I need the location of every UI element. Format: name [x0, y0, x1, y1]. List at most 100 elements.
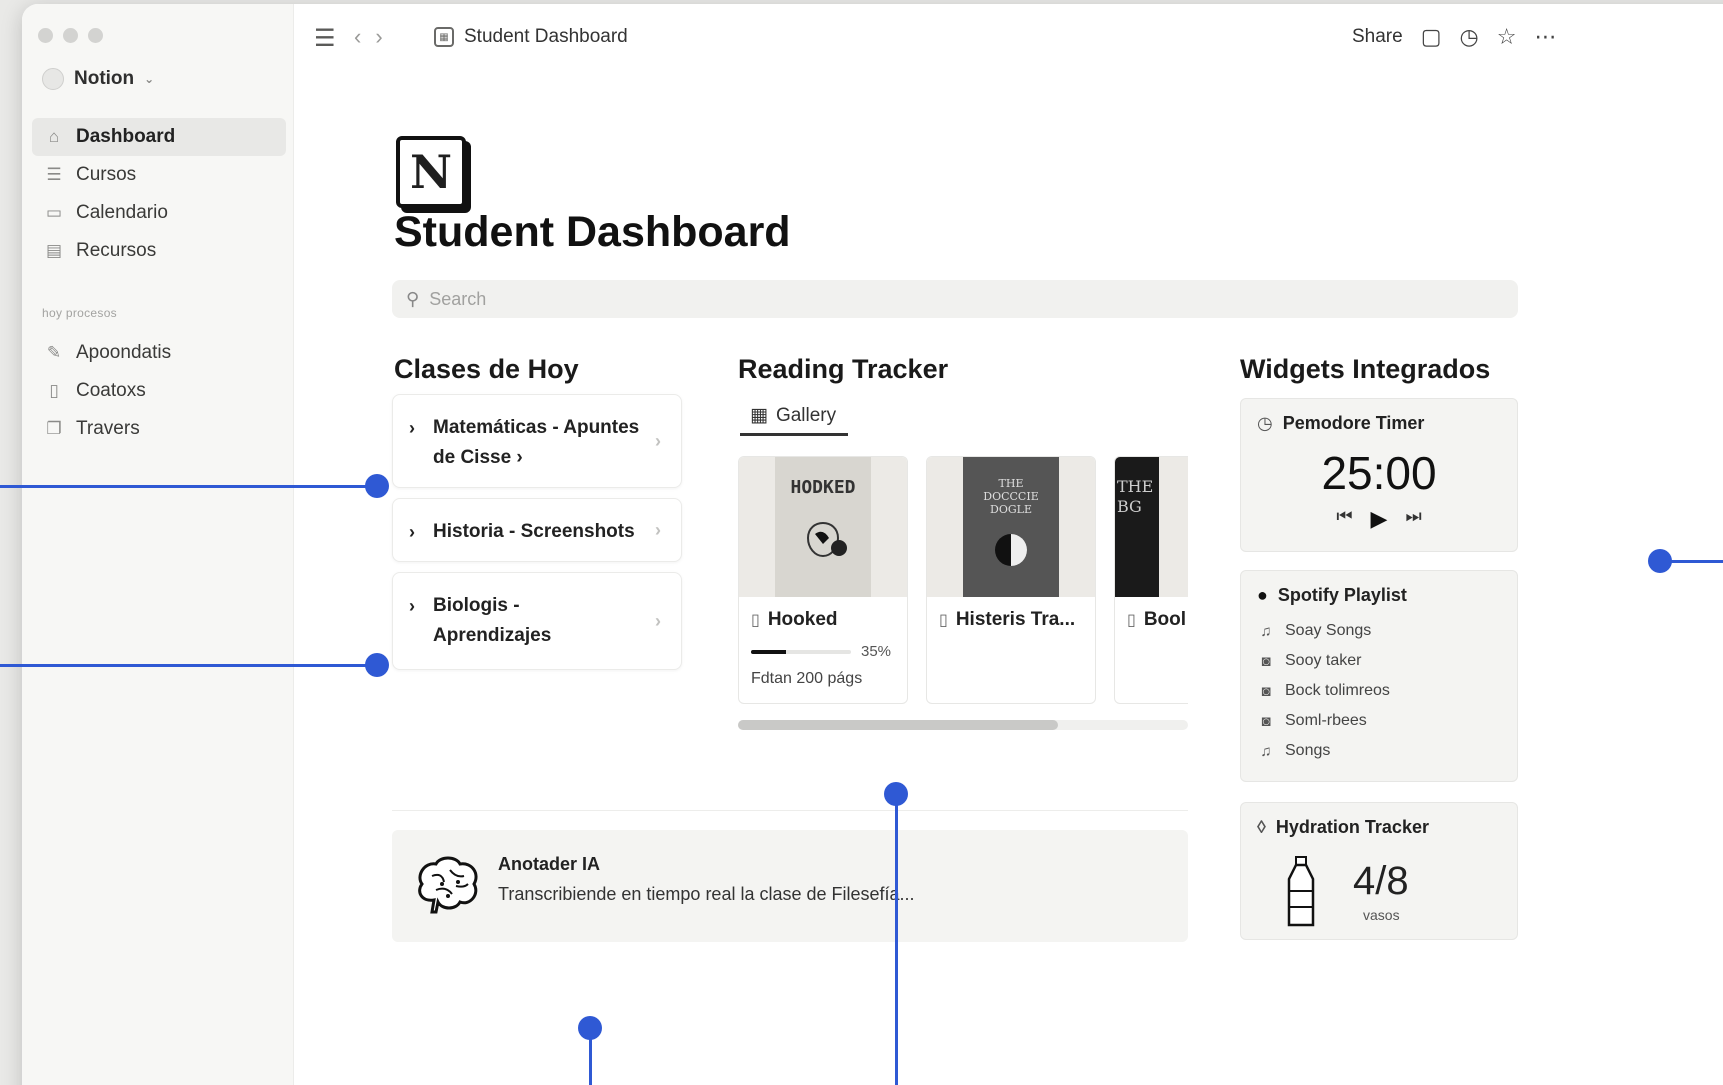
sidebar-item-calendario[interactable]: ▭ Calendario: [32, 194, 286, 232]
toggle-arrow-icon[interactable]: ›: [409, 517, 415, 547]
workspace-switcher[interactable]: Notion ⌄: [42, 68, 154, 90]
progress-label: 35%: [861, 643, 892, 660]
sidebar-item-dashboard[interactable]: ⌂ Dashboard: [32, 118, 286, 156]
hydration-count: 4/8: [1353, 859, 1409, 903]
star-icon[interactable]: ☆: [1497, 24, 1517, 50]
annotation-line: [0, 485, 376, 488]
cover-art: [806, 522, 847, 558]
chevron-down-icon: ⌄: [144, 72, 155, 86]
workspace-logo-icon: [42, 68, 64, 90]
share-button[interactable]: Share: [1352, 26, 1403, 48]
sidebar-item-coatoxs[interactable]: ▯ Coatoxs: [32, 372, 286, 410]
page-icon: ▯: [1127, 612, 1136, 629]
book-card[interactable]: HODKED ▯ Hooked 35% Fdtan 200 págs: [738, 456, 908, 704]
cover-title: THE BG: [1117, 477, 1154, 516]
book-name: ▯ Hooked: [751, 609, 838, 630]
list-item[interactable]: ◙ Soml-rbees: [1257, 706, 1517, 736]
book-card[interactable]: THE DOCCCIE DOGLE ▯ Histeris Tra...: [926, 456, 1096, 704]
list-item[interactable]: ◙ Sooy taker: [1257, 646, 1517, 676]
breadcrumb-title: Student Dashboard: [464, 26, 628, 47]
forward-arrow-icon[interactable]: ›: [375, 24, 382, 50]
next-icon[interactable]: ⏭: [1405, 506, 1421, 532]
list-item[interactable]: ♫ Soay Songs: [1257, 616, 1517, 646]
pages-left: Fdtan 200 págs: [751, 670, 863, 687]
widget-title: Spotify Playlist: [1277, 585, 1407, 605]
sidebar-item-label: Recursos: [76, 240, 157, 261]
sidebar-item-travers[interactable]: ❐ Travers: [32, 410, 286, 448]
list-item[interactable]: ♫ Songs: [1257, 736, 1517, 766]
stack-icon: ☰: [46, 165, 62, 184]
menu-icon[interactable]: ☰: [314, 24, 336, 53]
traffic-lights: [38, 28, 103, 43]
widget-title: Hydration Tracker: [1275, 817, 1429, 837]
scrollbar-thumb[interactable]: [738, 720, 1058, 730]
annotation-line: [0, 664, 376, 667]
class-label: Matemáticas - Apuntes de Cisse ›: [433, 417, 640, 468]
sidebar-item-label: Travers: [76, 418, 140, 439]
sidebar-item-apoondatis[interactable]: ✎ Apoondatis: [32, 334, 286, 372]
sidebar-item-label: Dashboard: [76, 126, 176, 147]
spotify-widget: ● Spotify Playlist ♫ Soay Songs ◙ Sooy tak…: [1240, 570, 1518, 782]
reading-progress: 35%: [739, 631, 907, 660]
home-icon: ⌂: [48, 127, 60, 146]
reading-title: Reading Tracker: [738, 354, 949, 384]
toggle-arrow-icon[interactable]: ›: [409, 413, 415, 443]
playlist: ♫ Soay Songs ◙ Sooy taker ◙ Bock tolimreos …: [1241, 606, 1517, 766]
comment-icon[interactable]: ▢: [1421, 24, 1442, 50]
brain-icon: [418, 856, 478, 914]
water-drop-icon: ◊: [1257, 817, 1266, 837]
ai-note-card[interactable]: Anotader IA Transcribiende en tiempo rea…: [392, 830, 1188, 942]
book-name: ▯ Bool: [1127, 609, 1187, 630]
annotation-dot: [884, 782, 908, 806]
annotation-dot: [578, 1016, 602, 1040]
sidebar-nav-secondary: ✎ Apoondatis ▯ Coatoxs ❐ Travers: [32, 334, 286, 448]
annotation-line: [895, 795, 898, 1085]
chevron-right-icon: ›: [655, 520, 661, 540]
history-nav: ‹ ›: [354, 24, 383, 50]
toggle-arrow-icon[interactable]: ›: [409, 591, 415, 621]
minimize-window-button[interactable]: [63, 28, 78, 43]
classes-title: Clases de Hoy: [394, 354, 579, 384]
playlist-icon: ◙: [1261, 682, 1271, 700]
tab-label: Gallery: [775, 404, 837, 426]
zoom-window-button[interactable]: [88, 28, 103, 43]
sidebar-item-cursos[interactable]: ☰ Cursos: [32, 156, 286, 194]
search-placeholder: Search: [429, 288, 487, 309]
book-card[interactable]: THE BG ▯ Bool: [1114, 456, 1188, 704]
clock-icon[interactable]: ◷: [1460, 24, 1479, 50]
search-input[interactable]: ⚲ Search: [392, 280, 1518, 318]
playlist-icon: ◙: [1261, 652, 1271, 670]
breadcrumb[interactable]: ▦ Student Dashboard: [434, 26, 628, 48]
hydration-widget: ◊ Hydration Tracker 4/8 vasos: [1240, 802, 1518, 940]
close-window-button[interactable]: [38, 28, 53, 43]
page-icon: ▦: [434, 27, 454, 47]
play-icon[interactable]: ▶: [1371, 506, 1388, 532]
ai-title: Anotader IA: [498, 854, 601, 874]
page-content: N Student Dashboard ⚲ Search Clases de H…: [294, 72, 1723, 1085]
hydration-unit: vasos: [1363, 907, 1400, 923]
gallery-scrollbar[interactable]: [738, 720, 1188, 730]
annotation-dot: [365, 653, 389, 677]
book-gallery: HODKED ▯ Hooked 35% Fdtan 200 págs THE D…: [738, 456, 1188, 706]
book-name: ▯ Histeris Tra...: [939, 609, 1076, 630]
topbar: ☰ ‹ › ▦ Student Dashboard Share ▢ ◷ ☆ ⋯: [294, 4, 1723, 72]
list-item[interactable]: ◙ Bock tolimreos: [1257, 676, 1517, 706]
page-icon: ▯: [751, 612, 760, 629]
copy-icon: ❐: [46, 419, 62, 438]
class-card[interactable]: › Historia - Screenshots ›: [392, 498, 682, 562]
class-card[interactable]: › Biologis - Aprendizajes ›: [392, 572, 682, 670]
tab-gallery[interactable]: ▦ Gallery: [740, 398, 848, 436]
sidebar-item-recursos[interactable]: ▤ Recursos: [32, 232, 286, 270]
sidebar-item-label: Coatoxs: [76, 380, 146, 401]
timer-controls: ⏮ ▶ ⏭: [1241, 506, 1517, 532]
pomodoro-widget: ◷ Pemodore Timer 25:00 ⏮ ▶ ⏭: [1240, 398, 1518, 552]
sidebar-section-label: hoy procesos: [42, 306, 117, 320]
class-card[interactable]: › Matemáticas - Apuntes de Cisse › ›: [392, 394, 682, 488]
previous-icon[interactable]: ⏮: [1336, 506, 1352, 532]
chevron-right-icon: ›: [655, 431, 661, 451]
spotify-icon: ●: [1257, 585, 1268, 605]
widget-title: Pemodore Timer: [1282, 413, 1425, 433]
more-icon[interactable]: ⋯: [1534, 24, 1556, 50]
topbar-actions: Share ▢ ◷ ☆ ⋯: [1352, 24, 1556, 50]
back-arrow-icon[interactable]: ‹: [354, 24, 361, 50]
